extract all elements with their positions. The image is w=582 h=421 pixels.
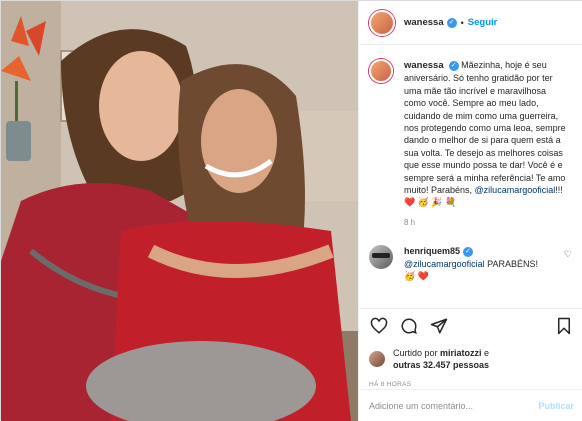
post-photo[interactable]	[1, 1, 358, 421]
comment-mention[interactable]: @zilucamargooficial	[404, 259, 485, 269]
header-username[interactable]: wanessa	[404, 17, 444, 28]
photo-illustration	[1, 1, 358, 421]
comment-emojis: 🥳 ❤️	[404, 271, 429, 282]
caption-username[interactable]: wanessa	[404, 60, 444, 71]
verified-badge-icon: ✓	[446, 17, 457, 28]
commenter-avatar[interactable]	[369, 245, 393, 270]
avatar[interactable]	[369, 9, 395, 36]
comment-username[interactable]: henriquem85	[404, 246, 460, 256]
caption-time: 8 h	[404, 217, 416, 227]
actions-section: Curtido por miriatozzi e outras 32.457 p…	[359, 308, 582, 388]
post-timestamp[interactable]: HÁ 8 HORAS	[369, 381, 574, 388]
caption-mention[interactable]: @zilucamargooficial	[475, 185, 556, 195]
caption-text: Mãezinha, hoje é seu aniversário. Só ten…	[404, 60, 566, 196]
heart-icon[interactable]	[369, 316, 389, 336]
liked-middle: e	[481, 348, 490, 358]
comments-section[interactable]: wanessa ✓ Mãezinha, hoje é seu aniversári…	[359, 45, 582, 308]
liked-by-text: Curtido por miriatozzi e outras 32.457 p…	[393, 347, 489, 371]
instagram-post: wanessa ✓ • Seguir wanessa ✓ Mãezinha, ho…	[0, 0, 582, 421]
verified-badge-icon: ✓	[463, 246, 474, 257]
caption-body: wanessa ✓ Mãezinha, hoje é seu aniversári…	[404, 59, 570, 229]
liked-user[interactable]: miriatozzi	[440, 348, 482, 358]
bookmark-icon[interactable]	[554, 316, 574, 336]
follow-button[interactable]: Seguir	[468, 17, 498, 28]
liked-others[interactable]: outras 32.457 pessoas	[393, 360, 489, 370]
add-comment-bar: Publicar	[359, 389, 582, 421]
share-icon[interactable]	[429, 316, 449, 336]
post-side-panel: wanessa ✓ • Seguir wanessa ✓ Mãezinha, ho…	[358, 1, 582, 421]
comment-input[interactable]	[369, 400, 539, 411]
comment-item: henriquem85 ✓ @zilucamargooficial PARABÉN…	[369, 245, 574, 282]
liked-prefix: Curtido por	[393, 348, 441, 358]
comment-body: henriquem85 ✓ @zilucamargooficial PARABÉN…	[404, 245, 564, 282]
comment-text: PARABÉNS!	[484, 258, 539, 269]
liker-avatar[interactable]	[369, 351, 385, 367]
action-icons	[369, 315, 574, 337]
publish-button[interactable]: Publicar	[538, 401, 574, 411]
separator-dot: •	[460, 17, 464, 28]
post-header: wanessa ✓ • Seguir	[359, 1, 582, 45]
comment-like-heart-icon[interactable]: ♡	[564, 249, 572, 260]
verified-badge-icon: ✓	[448, 60, 459, 71]
liked-by: Curtido por miriatozzi e outras 32.457 p…	[369, 347, 574, 371]
comment-icon[interactable]	[399, 316, 419, 336]
caption: wanessa ✓ Mãezinha, hoje é seu aniversári…	[369, 59, 574, 229]
caption-avatar[interactable]	[369, 59, 393, 83]
